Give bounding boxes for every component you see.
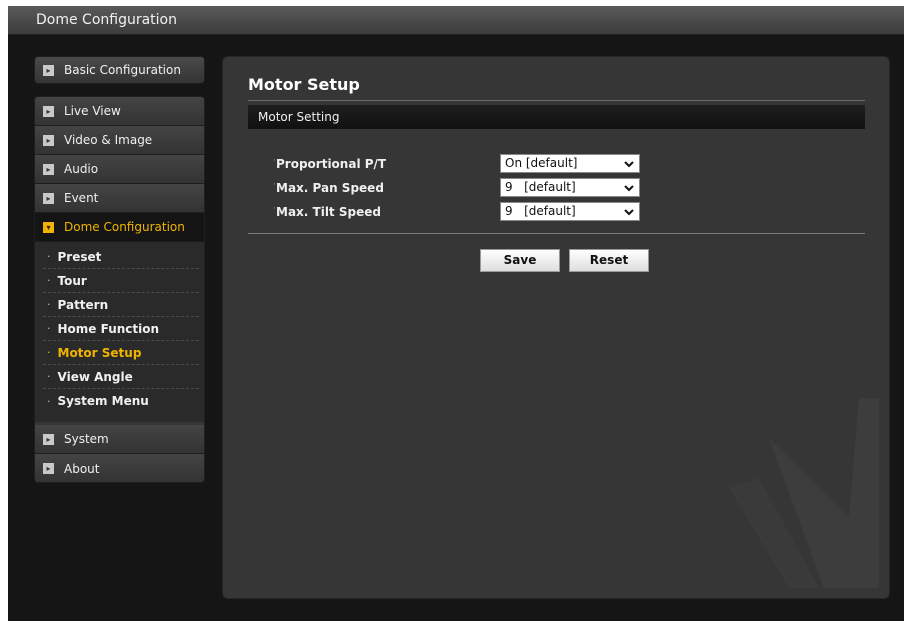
sidebar-item-system[interactable]: ▸ System	[35, 425, 204, 454]
sidebar-menu: ▸ Live View ▸ Video & Image ▸ Audio ▸ Ev…	[34, 96, 205, 483]
section-header: Motor Setting	[248, 105, 865, 129]
select-value: 9 [default]	[505, 180, 576, 194]
bullet-icon: ·	[47, 250, 51, 263]
bullet-icon: ·	[47, 346, 51, 359]
square-arrow-icon: ▸	[43, 463, 54, 474]
submenu-item-view-angle[interactable]: · View Angle	[43, 365, 199, 389]
title-bar: Dome Configuration	[8, 6, 904, 35]
sidebar-item-basic-configuration[interactable]: ▸ Basic Configuration	[34, 56, 205, 84]
max-pan-speed-select[interactable]: 9 [default]	[500, 178, 640, 197]
bullet-icon: ·	[47, 298, 51, 311]
square-arrow-icon: ▸	[43, 163, 54, 175]
field-label: Proportional P/T	[276, 157, 387, 171]
submenu-item-pattern[interactable]: · Pattern	[43, 293, 199, 317]
sidebar-item-label: Live View	[64, 104, 121, 118]
square-arrow-icon: ▸	[43, 192, 54, 204]
window-title: Dome Configuration	[36, 12, 177, 28]
reset-button[interactable]: Reset	[569, 249, 649, 272]
field-label: Max. Pan Speed	[276, 181, 384, 195]
bullet-icon: ·	[47, 274, 51, 287]
submenu-item-tour[interactable]: · Tour	[43, 269, 199, 293]
sidebar-item-label: System	[64, 432, 109, 446]
submenu-item-label: Pattern	[57, 297, 109, 312]
submenu-item-label: Preset	[57, 249, 102, 264]
sidebar-item-label: Audio	[64, 162, 99, 176]
brand-watermark-icon	[729, 398, 879, 588]
chevron-down-icon	[624, 161, 634, 168]
bullet-icon: ·	[47, 394, 51, 408]
chevron-down-icon	[624, 185, 634, 192]
sidebar-item-dome-configuration[interactable]: ▾ Dome Configuration	[35, 213, 204, 242]
sidebar-item-event[interactable]: ▸ Event	[35, 184, 204, 213]
square-arrow-icon: ▸	[43, 105, 54, 117]
submenu-item-system-menu[interactable]: · System Menu	[43, 389, 199, 413]
divider	[248, 100, 865, 101]
divider	[248, 233, 865, 234]
select-value: 9 [default]	[505, 204, 576, 218]
sidebar-item-label: About	[64, 461, 100, 476]
square-arrow-down-icon: ▾	[43, 221, 54, 233]
section-title: Motor Setting	[258, 110, 340, 124]
submenu-item-motor-setup[interactable]: · Motor Setup	[43, 341, 199, 365]
sidebar-item-about[interactable]: ▸ About	[35, 454, 204, 482]
form-row-max-tilt-speed: · Max. Tilt Speed 9 [default]	[248, 202, 865, 224]
proportional-pt-select[interactable]: On [default]	[500, 154, 640, 173]
submenu-item-home-function[interactable]: · Home Function	[43, 317, 199, 341]
save-button[interactable]: Save	[480, 249, 560, 272]
sidebar-item-label: Event	[64, 191, 99, 205]
sidebar-item-audio[interactable]: ▸ Audio	[35, 155, 204, 184]
submenu-item-label: View Angle	[57, 369, 133, 384]
submenu-item-label: Home Function	[57, 321, 160, 336]
submenu-item-label: Motor Setup	[57, 345, 142, 360]
form-row-max-pan-speed: · Max. Pan Speed 9 [default]	[248, 178, 865, 200]
max-tilt-speed-select[interactable]: 9 [default]	[500, 202, 640, 221]
form-row-proportional-pt: · Proportional P/T On [default]	[248, 154, 865, 176]
sidebar-item-video-image[interactable]: ▸ Video & Image	[35, 126, 204, 155]
submenu-item-label: Tour	[57, 273, 87, 288]
sidebar-item-live-view[interactable]: ▸ Live View	[35, 97, 204, 126]
field-label: Max. Tilt Speed	[276, 205, 381, 219]
bullet-icon: ·	[47, 370, 51, 383]
page-title: Motor Setup	[248, 75, 360, 94]
submenu-item-preset[interactable]: · Preset	[43, 245, 199, 269]
sidebar-item-label: Basic Configuration	[64, 63, 181, 77]
bullet-icon: ·	[47, 322, 51, 335]
app-frame: Dome Configuration ▸ Basic Configuration…	[8, 6, 904, 621]
sidebar-item-label: Dome Configuration	[64, 220, 185, 234]
select-value: On [default]	[505, 156, 578, 170]
square-arrow-icon: ▸	[43, 134, 54, 146]
sidebar-item-label: Video & Image	[64, 133, 153, 147]
submenu-item-label: System Menu	[57, 394, 149, 408]
square-arrow-icon: ▸	[43, 433, 54, 445]
main-panel: Motor Setup Motor Setting · Proportional…	[222, 56, 890, 599]
chevron-down-icon	[624, 209, 634, 216]
square-arrow-icon: ▸	[43, 64, 54, 76]
dome-configuration-submenu: · Preset · Tour · Pattern · Home Functio…	[35, 242, 204, 422]
